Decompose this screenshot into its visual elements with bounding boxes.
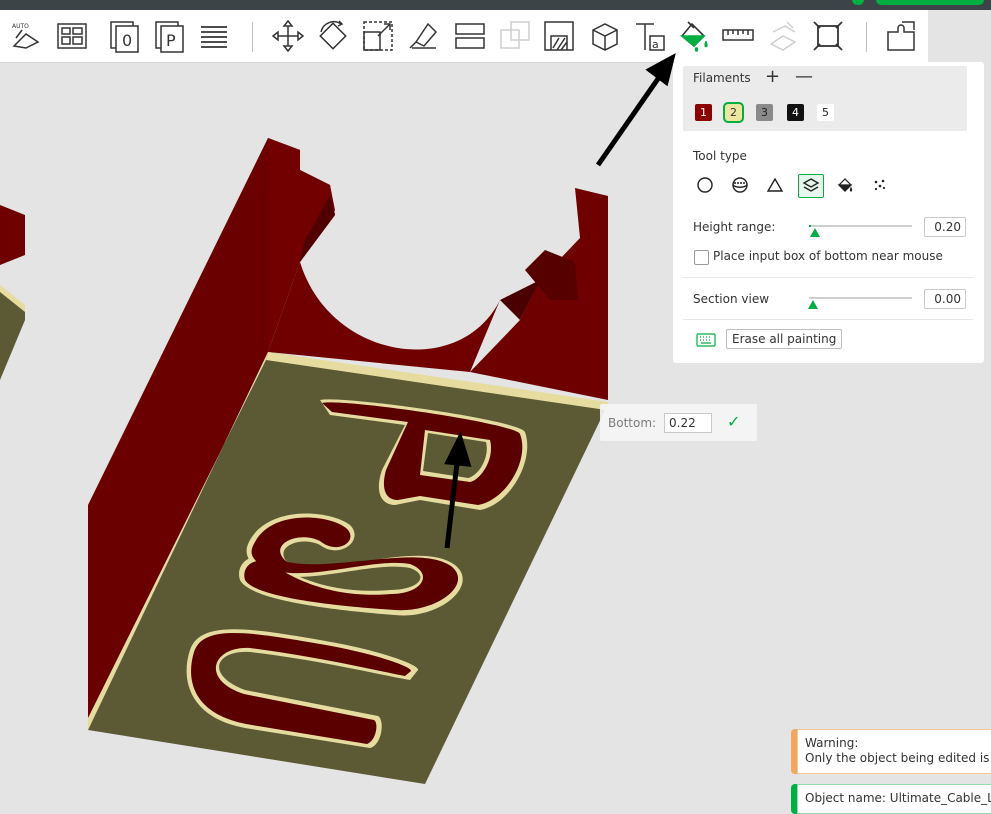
filaments-section: Filaments + — 12345 [683,66,967,131]
split-icon[interactable] [452,18,488,54]
plate-o-icon[interactable]: 0 [107,18,143,54]
arrange-icon[interactable] [54,18,90,54]
scale-icon[interactable] [360,18,396,54]
neighbor-object [0,205,25,380]
panel-divider [683,319,973,320]
fit-frame-icon[interactable] [810,18,846,54]
status-dot [852,0,864,5]
place-input-label: Place input box of bottom near mouse [713,249,943,263]
main-toolbar: AUTO 0 P a [0,10,928,63]
slice-button[interactable] [876,0,984,5]
sphere-tool-icon[interactable] [728,174,752,196]
plate-p-icon[interactable]: P [152,18,188,54]
auto-orient-icon[interactable]: AUTO [6,18,42,54]
title-bar [0,0,991,10]
filament-chip-1[interactable]: 1 [695,104,712,121]
triangle-tool-icon[interactable] [763,174,787,196]
height-range-tool-icon[interactable] [798,174,824,198]
circle-tool-icon[interactable] [693,174,717,196]
height-range-slider-thumb[interactable] [810,228,820,237]
filament-chip-3[interactable]: 3 [756,104,773,121]
text-tool-icon[interactable]: a [632,18,668,54]
boolean-icon[interactable] [497,18,533,54]
cube-icon[interactable] [587,18,623,54]
gap-fill-icon[interactable] [868,174,892,196]
section-view-track[interactable] [809,297,912,299]
filament-chip-5[interactable]: 5 [817,104,834,121]
warning-title: Warning: [805,736,859,750]
height-range-label: Height range: [693,220,776,234]
svg-text:a: a [652,38,659,51]
remove-filament-button[interactable]: — [795,67,813,87]
svg-text:0: 0 [122,31,132,50]
filament-chip-4[interactable]: 4 [787,104,804,121]
color-paint-icon[interactable] [676,18,712,54]
section-view-label: Section view [693,292,770,306]
bottom-input[interactable]: 0.22 [664,413,712,433]
layers-list-icon[interactable] [196,18,232,54]
move-icon[interactable] [270,18,306,54]
warning-text: Only the object being edited is v [805,751,991,765]
rotate-icon[interactable] [315,18,351,54]
height-range-input[interactable]: 0.20 [924,217,966,237]
assembly-icon[interactable] [765,18,801,54]
warning-notification: Warning: Only the object being edited is… [791,729,991,774]
height-range-fill [809,225,811,227]
bottom-height-popup: Bottom: 0.22 ✓ [600,404,757,441]
svg-text:P: P [166,31,176,50]
svg-text:AUTO: AUTO [12,23,29,30]
measure-icon[interactable] [720,18,756,54]
add-filament-button[interactable]: + [765,67,780,87]
panel-divider [683,277,973,278]
tool-type-label: Tool type [693,149,747,163]
puzzle-icon[interactable] [884,18,920,54]
toolbar-divider [252,22,253,52]
section-view-slider-thumb[interactable] [808,300,818,309]
keyboard-shortcut-icon[interactable] [696,333,716,347]
object-name-notification: Object name: Ultimate_Cable_La [791,784,991,814]
support-paint-icon[interactable] [541,18,577,54]
erase-all-painting-button[interactable]: Erase all painting [726,329,843,349]
confirm-check-icon[interactable]: ✓ [727,412,740,431]
height-range-track[interactable] [809,225,912,227]
toolbar-divider [866,22,867,52]
section-view-input[interactable]: 0.00 [924,289,966,309]
lay-on-face-icon[interactable] [406,18,442,54]
filament-chip-2[interactable]: 2 [725,104,742,121]
color-paint-panel: Filaments + — 12345 Tool type Height ran… [673,62,984,363]
fill-bucket-icon[interactable] [833,174,857,196]
bottom-label: Bottom: [608,416,657,430]
place-input-checkbox[interactable] [694,250,709,265]
filaments-label: Filaments [693,71,751,85]
model-cradle-cutout [268,262,500,372]
object-name-text: Object name: Ultimate_Cable_La [805,791,991,805]
model-right-wall [470,188,608,400]
